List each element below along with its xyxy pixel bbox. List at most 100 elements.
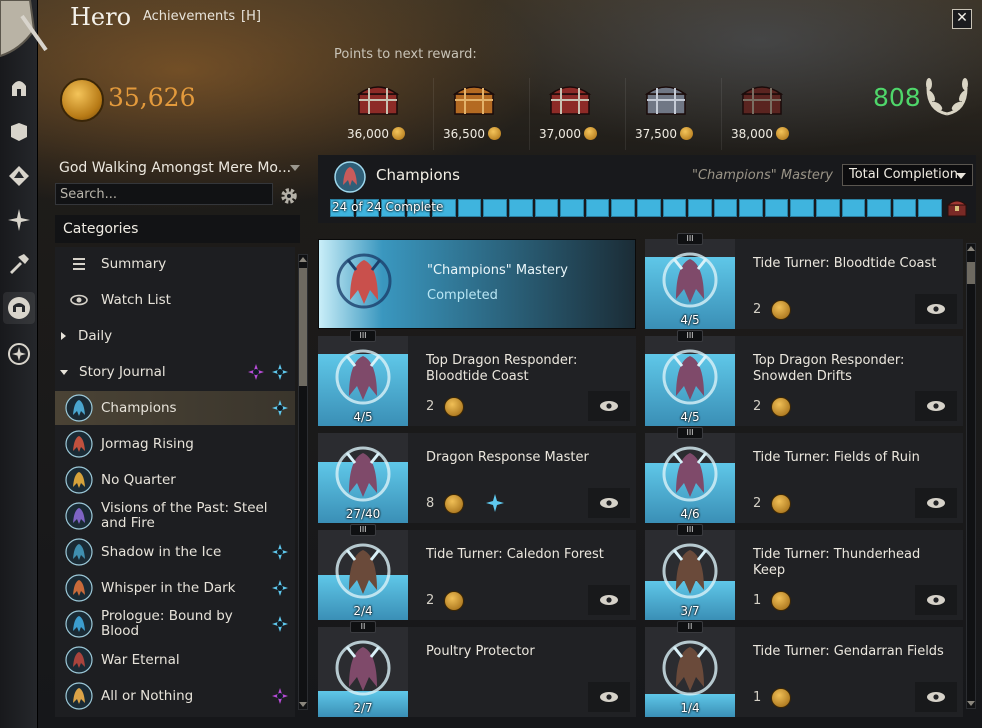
category-scrollbar-thumb[interactable] xyxy=(299,268,307,386)
achievement-progress-count: 4/5 xyxy=(353,410,373,424)
achievement-points-icon xyxy=(60,78,104,122)
reward-divider xyxy=(529,78,530,150)
title-dropdown[interactable]: God Walking Amongst Mere Mo... xyxy=(55,157,302,179)
sidebar-item-whisper-in-the-dark[interactable]: Whisper in the Dark xyxy=(55,571,295,605)
eye-icon xyxy=(927,692,945,702)
achievement-tier-badge: III xyxy=(350,330,376,342)
progress-segment xyxy=(892,199,917,217)
dragon-head-icon xyxy=(662,543,718,599)
progress-segment xyxy=(534,199,559,217)
sidebar-item-label: Watch List xyxy=(101,291,171,308)
sidebar-item-champions[interactable]: Champions xyxy=(55,391,295,425)
sidebar-item-summary[interactable]: Summary xyxy=(55,247,295,281)
reward-tier[interactable]: 37,000 xyxy=(525,72,621,148)
mastery-tag-icon xyxy=(272,616,288,632)
achievement-card[interactable]: 4/5 III Top Dragon Responder: Bloodtide Co… xyxy=(318,330,636,426)
achievement-card[interactable]: 4/6 III Tide Turner: Fields of Ruin 2 xyxy=(645,427,963,523)
achievement-card[interactable]: 4/5 III Top Dragon Responder: Snowden Drif… xyxy=(645,330,963,426)
rail-helmet-button[interactable] xyxy=(3,72,35,104)
achievement-card[interactable]: 2/7 II Poultry Protector xyxy=(318,621,636,717)
rail-skills-button[interactable] xyxy=(3,204,35,236)
sidebar-item-label: War Eternal xyxy=(101,651,180,668)
achievement-name: Dragon Response Master xyxy=(426,450,589,465)
sidebar-item-no-quarter[interactable]: No Quarter xyxy=(55,463,295,497)
reward-cost-value: 36,000 xyxy=(347,127,389,141)
progress-segment xyxy=(560,199,584,217)
reward-tier[interactable]: 37,500 xyxy=(621,72,717,148)
sidebar-item-war-eternal[interactable]: War Eternal xyxy=(55,643,295,677)
mastery-achievement-card[interactable]: "Champions" Mastery Completed xyxy=(318,239,636,329)
achievement-points-icon xyxy=(771,397,791,417)
achievement-points-value: 2 xyxy=(426,593,435,608)
rail-crafting-button[interactable] xyxy=(3,248,35,280)
progress-segment xyxy=(509,199,533,217)
progress-segment xyxy=(662,199,687,217)
achievement-thumbnail: 4/5 xyxy=(645,336,735,426)
achievement-points-icon xyxy=(444,397,464,417)
sidebar-item-label: Visions of the Past: Steel and Fire xyxy=(101,500,268,531)
sidebar-item-label: Whisper in the Dark xyxy=(101,579,236,596)
search-input[interactable] xyxy=(55,183,273,205)
reward-cost: 38,000 xyxy=(731,127,789,141)
progress-segment xyxy=(764,199,789,217)
achievement-card[interactable]: 1/4 II Tide Turner: Gendarran Fields 1 xyxy=(645,621,963,717)
sidebar-item-shadow-in-the-ice[interactable]: Shadow in the Ice xyxy=(55,535,295,569)
achievement-thumbnail: 2/4 xyxy=(318,530,408,620)
war-eternal-icon xyxy=(65,646,93,674)
achievement-name: Top Dragon Responder: Bloodtide Coast xyxy=(426,353,578,384)
sidebar-item-prologue-bound-by-blood[interactable]: Prologue: Bound by Blood xyxy=(55,607,295,641)
close-button[interactable]: ✕ xyxy=(952,9,972,29)
mastery-tag-icon xyxy=(272,544,288,560)
achievement-points-value: 8 xyxy=(426,496,435,511)
achievement-points-icon xyxy=(771,300,791,320)
completion-filter-dropdown[interactable]: Total Completion xyxy=(842,164,973,186)
achievement-name: Tide Turner: Caledon Forest xyxy=(426,547,604,562)
sidebar-item-daily[interactable]: Daily xyxy=(55,319,295,353)
achievement-gate-icon xyxy=(8,297,30,319)
achievement-card[interactable]: 2/4 III Tide Turner: Caledon Forest 2 xyxy=(318,524,636,620)
scroll-down-arrow[interactable] xyxy=(299,702,307,707)
achievement-tier-badge: III xyxy=(677,233,703,245)
scroll-up-arrow[interactable] xyxy=(967,246,975,251)
chevron-down-icon xyxy=(290,165,300,171)
gear-icon[interactable] xyxy=(279,186,299,206)
scroll-down-arrow[interactable] xyxy=(967,701,975,706)
rail-mastery-button[interactable] xyxy=(3,338,35,370)
achievement-progress-count: 3/7 xyxy=(680,604,700,618)
achievement-card[interactable]: 3/7 III Tide Turner: Thunderhead Keep 1 xyxy=(645,524,963,620)
achievement-thumbnail: 4/5 xyxy=(318,336,408,426)
achievement-scrollbar-thumb[interactable] xyxy=(967,262,975,284)
rail-specialization-button[interactable] xyxy=(3,160,35,192)
reward-divider xyxy=(625,78,626,150)
achievement-card[interactable]: 27/40 Dragon Response Master 8 xyxy=(318,433,636,523)
sidebar-item-all-or-nothing[interactable]: All or Nothing xyxy=(55,679,295,713)
sidebar-item-label: Champions xyxy=(101,399,177,416)
prologue-icon xyxy=(65,610,93,638)
mastery-tag-icon xyxy=(272,688,288,704)
reward-tier[interactable]: 38,000 xyxy=(717,72,813,148)
achievement-card[interactable]: 4/5 III Tide Turner: Bloodtide Coast 2 xyxy=(645,233,963,329)
sidebar-item-watch-list[interactable]: Watch List xyxy=(55,283,295,317)
scroll-up-arrow[interactable] xyxy=(299,257,307,262)
tab-achievements[interactable]: Achievements xyxy=(143,9,235,24)
reward-chest-icon[interactable] xyxy=(946,197,968,219)
achievement-name: Top Dragon Responder: Snowden Drifts xyxy=(753,353,905,384)
reward-tier[interactable]: 36,500 xyxy=(429,72,525,148)
achievement-name: Poultry Protector xyxy=(426,644,535,659)
achievement-progress-count: 2/4 xyxy=(353,604,373,618)
reward-cost: 36,500 xyxy=(443,127,501,141)
dragon-head-icon xyxy=(662,640,718,696)
achievement-progress-count: 4/6 xyxy=(680,507,700,521)
reward-cost: 37,000 xyxy=(539,127,597,141)
achievement-scrollbar[interactable] xyxy=(966,243,976,709)
achievement-tier-badge: III xyxy=(350,524,376,536)
rail-achievements-button[interactable] xyxy=(3,292,35,324)
progress-segment xyxy=(815,199,840,217)
rail-armor-button[interactable] xyxy=(3,116,35,148)
eye-icon xyxy=(600,401,618,411)
reward-tier[interactable]: 36,000 xyxy=(333,72,429,148)
sidebar-item-visions-of-the-past-steel-and-fire[interactable]: Visions of the Past: Steel and Fire xyxy=(55,499,295,533)
sidebar-item-jormag-rising[interactable]: Jormag Rising xyxy=(55,427,295,461)
eye-icon xyxy=(927,304,945,314)
sidebar-item-label: Summary xyxy=(101,255,167,272)
